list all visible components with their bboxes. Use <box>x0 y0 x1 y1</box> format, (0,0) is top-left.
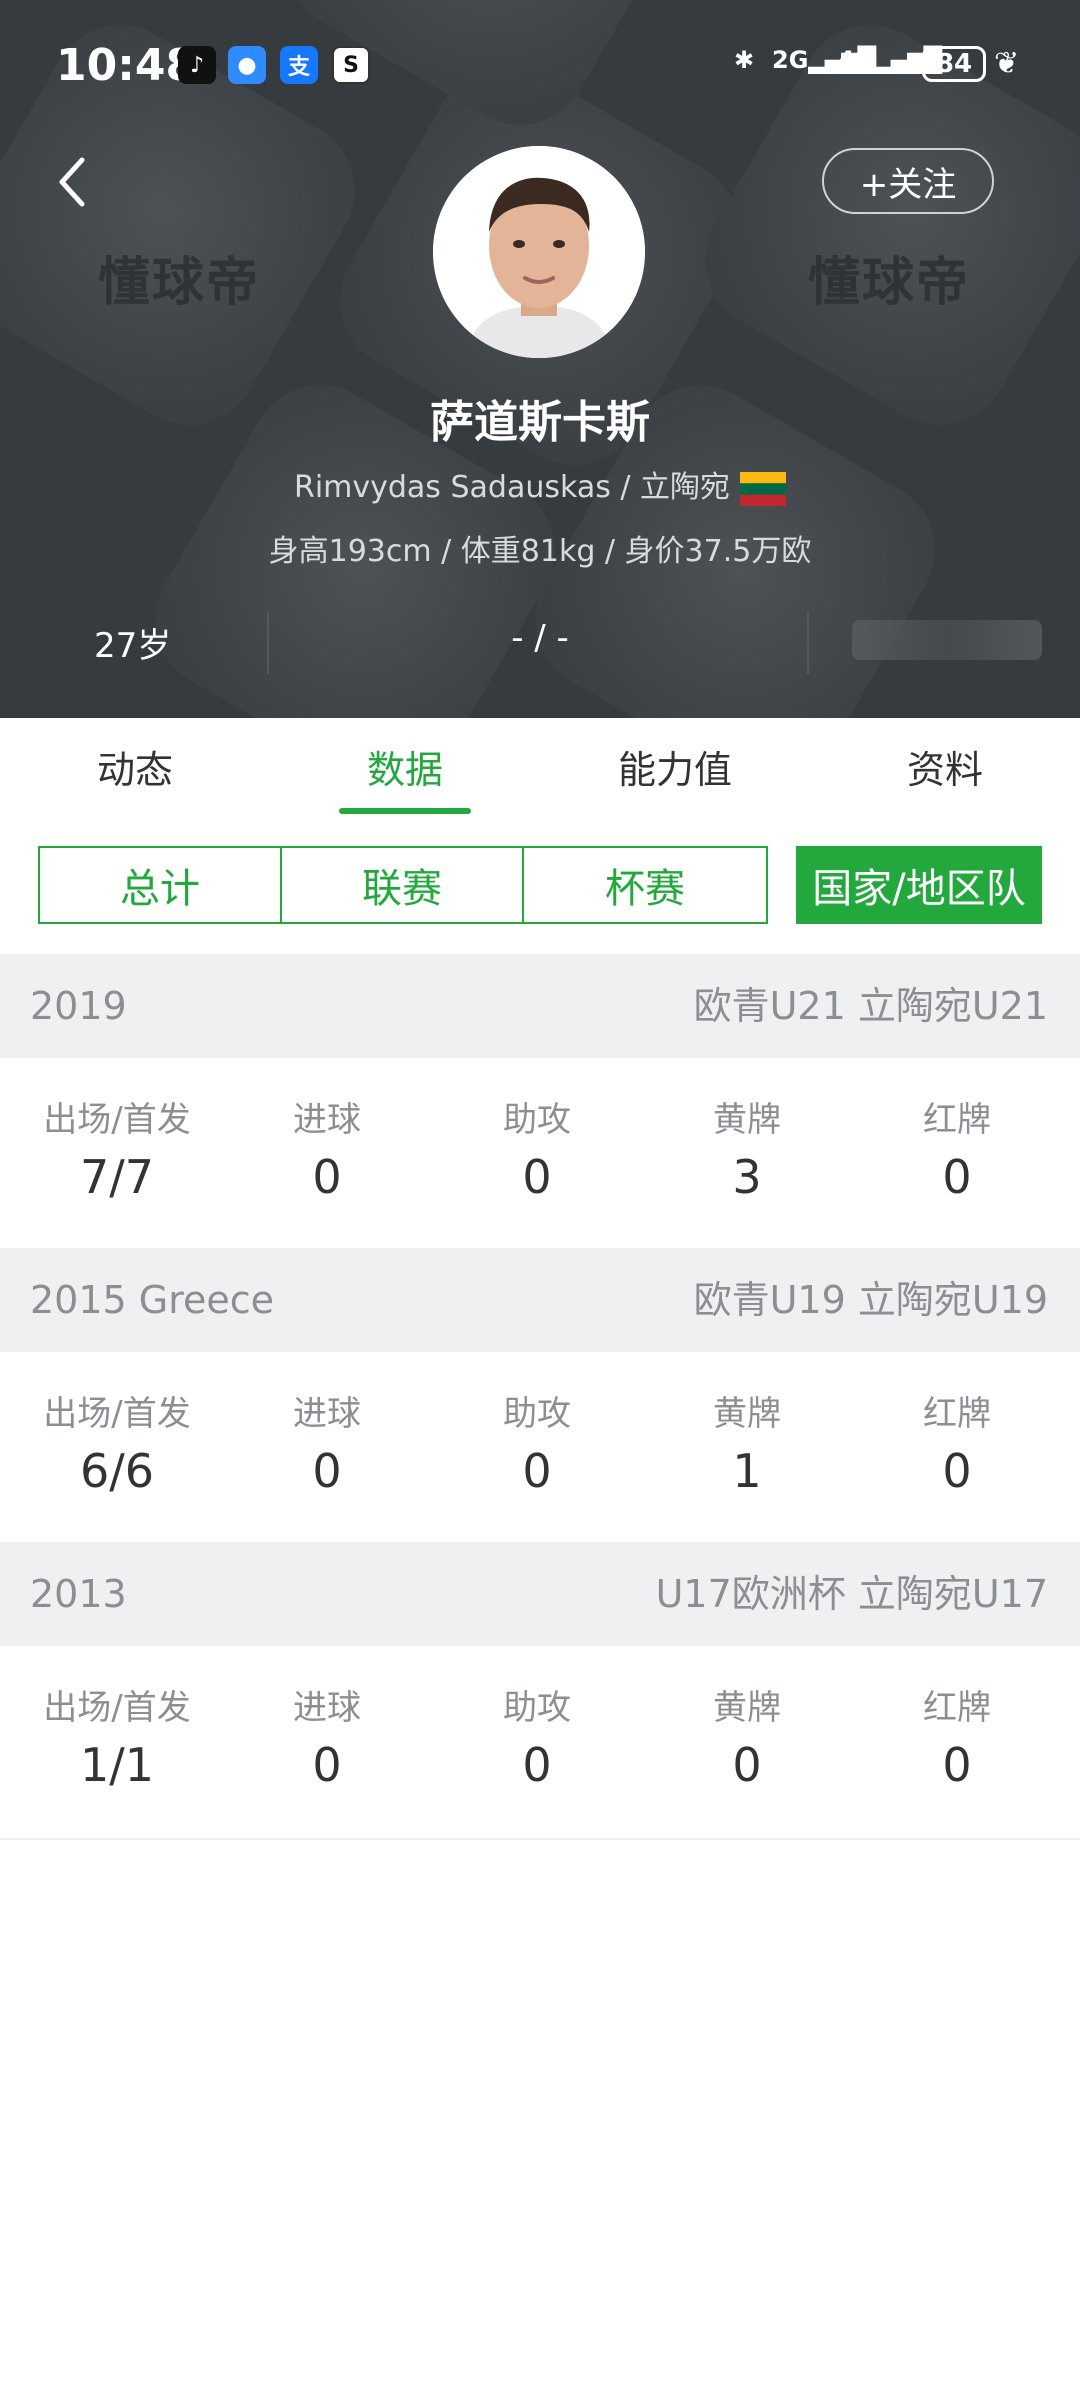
tab-news[interactable]: 动态 <box>0 718 270 824</box>
stat-label: 红牌 <box>923 1688 991 1728</box>
season-header: 2019 欧青U21 立陶宛U21 <box>0 954 1080 1058</box>
bluetooth-icon: ✱ <box>734 46 755 74</box>
segment-cup[interactable]: 杯赛 <box>524 846 768 924</box>
leaf-icon: ❦ <box>994 46 1020 81</box>
stat-value: 0 <box>312 1444 342 1498</box>
stats-row: 出场/首发 1/1 进球 0 助攻 0 黄牌 0 红牌 0 <box>0 1646 1080 1836</box>
stat-value: 3 <box>732 1150 762 1204</box>
sf-express-icon: S <box>332 46 370 84</box>
player-english-name: Rimvydas Sadauskas / 立陶宛 <box>0 462 1080 506</box>
stat-label: 黄牌 <box>713 1688 781 1728</box>
stat-value: 0 <box>312 1738 342 1792</box>
stat-label: 出场/首发 <box>43 1688 191 1728</box>
follow-button[interactable]: +关注 <box>822 148 994 214</box>
stat-label: 进球 <box>293 1394 361 1434</box>
stat-value: 7/7 <box>79 1150 155 1204</box>
stat-value: 0 <box>522 1444 552 1498</box>
divider <box>267 612 269 674</box>
stat-label: 进球 <box>293 1100 361 1140</box>
stat-value: 0 <box>942 1738 972 1792</box>
season-header: 2015 Greece 欧青U19 立陶宛U19 <box>0 1248 1080 1352</box>
player-header: 懂球帝 懂球帝 10:48 ♪ ● 支 S ✱ 2G▂▄▆█ 4G▂▄▆█ 84… <box>0 0 1080 718</box>
segment-total[interactable]: 总计 <box>38 846 282 924</box>
active-tab-indicator <box>339 808 471 814</box>
season-competition: U17欧洲杯 立陶宛U17 <box>655 1572 1048 1616</box>
stats-row: 出场/首发 6/6 进球 0 助攻 0 黄牌 1 红牌 0 <box>0 1352 1080 1542</box>
status-bar: 10:48 ♪ ● 支 S ✱ 2G▂▄▆█ 4G▂▄▆█ 84 ❦ <box>0 0 1080 130</box>
battery-indicator: 84 <box>922 46 986 82</box>
stat-value: 0 <box>312 1150 342 1204</box>
tab-profile[interactable]: 资料 <box>810 718 1080 824</box>
stat-value: 0 <box>942 1444 972 1498</box>
stat-value: 6/6 <box>79 1444 155 1498</box>
stat-label: 红牌 <box>923 1394 991 1434</box>
stat-label: 助攻 <box>503 1688 571 1728</box>
segment-national-team[interactable]: 国家/地区队 <box>796 846 1042 924</box>
player-age: 27岁 <box>94 626 172 666</box>
season-competition: 欧青U19 立陶宛U19 <box>693 1278 1048 1322</box>
tab-ability[interactable]: 能力值 <box>540 718 810 824</box>
stat-value: 1/1 <box>79 1738 155 1792</box>
stat-value: 1 <box>732 1444 762 1498</box>
season-year: 2019 <box>30 984 127 1028</box>
message-icon: ● <box>228 46 266 84</box>
stat-label: 黄牌 <box>713 1394 781 1434</box>
watermark-logo: 懂球帝 <box>808 253 971 313</box>
player-photo <box>433 146 645 358</box>
stats-row: 出场/首发 7/7 进球 0 助攻 0 黄牌 3 红牌 0 <box>0 1058 1080 1248</box>
stat-value: 0 <box>942 1150 972 1204</box>
player-avatar[interactable] <box>433 146 645 358</box>
player-name: 萨道斯卡斯 <box>430 397 650 448</box>
segment-control: 总计 联赛 杯赛 国家/地区队 <box>0 846 1080 928</box>
status-time: 10:48 <box>56 40 197 91</box>
player-physical-info: 身高193cm / 体重81kg / 身价37.5万欧 <box>268 534 812 569</box>
main-tabs: 动态 数据 能力值 资料 <box>0 718 1080 824</box>
watermark-logo: 懂球帝 <box>98 253 261 313</box>
stat-label: 出场/首发 <box>43 1394 191 1434</box>
english-name-text: Rimvydas Sadauskas / 立陶宛 <box>293 470 731 505</box>
season-year: 2015 Greece <box>30 1278 275 1322</box>
season-year: 2013 <box>30 1572 127 1616</box>
player-position-info: - / - <box>511 618 569 658</box>
season-header: 2013 U17欧洲杯 立陶宛U17 <box>0 1542 1080 1646</box>
lithuania-flag-icon <box>740 471 787 506</box>
tiktok-icon: ♪ <box>178 46 216 84</box>
club-logo-blurred[interactable] <box>852 620 1042 660</box>
stat-label: 助攻 <box>503 1394 571 1434</box>
stat-value: 0 <box>522 1150 552 1204</box>
divider <box>807 612 809 674</box>
divider <box>0 1838 1080 1840</box>
stat-label: 出场/首发 <box>43 1100 191 1140</box>
alipay-icon: 支 <box>280 46 318 84</box>
back-button[interactable] <box>52 150 92 214</box>
stat-label: 黄牌 <box>713 1100 781 1140</box>
stat-label: 助攻 <box>503 1100 571 1140</box>
segment-league[interactable]: 联赛 <box>282 846 524 924</box>
stat-label: 进球 <box>293 1688 361 1728</box>
stat-value: 0 <box>732 1738 762 1792</box>
stat-label: 红牌 <box>923 1100 991 1140</box>
chevron-left-icon <box>59 157 85 207</box>
stat-value: 0 <box>522 1738 552 1792</box>
season-competition: 欧青U21 立陶宛U21 <box>693 984 1048 1028</box>
